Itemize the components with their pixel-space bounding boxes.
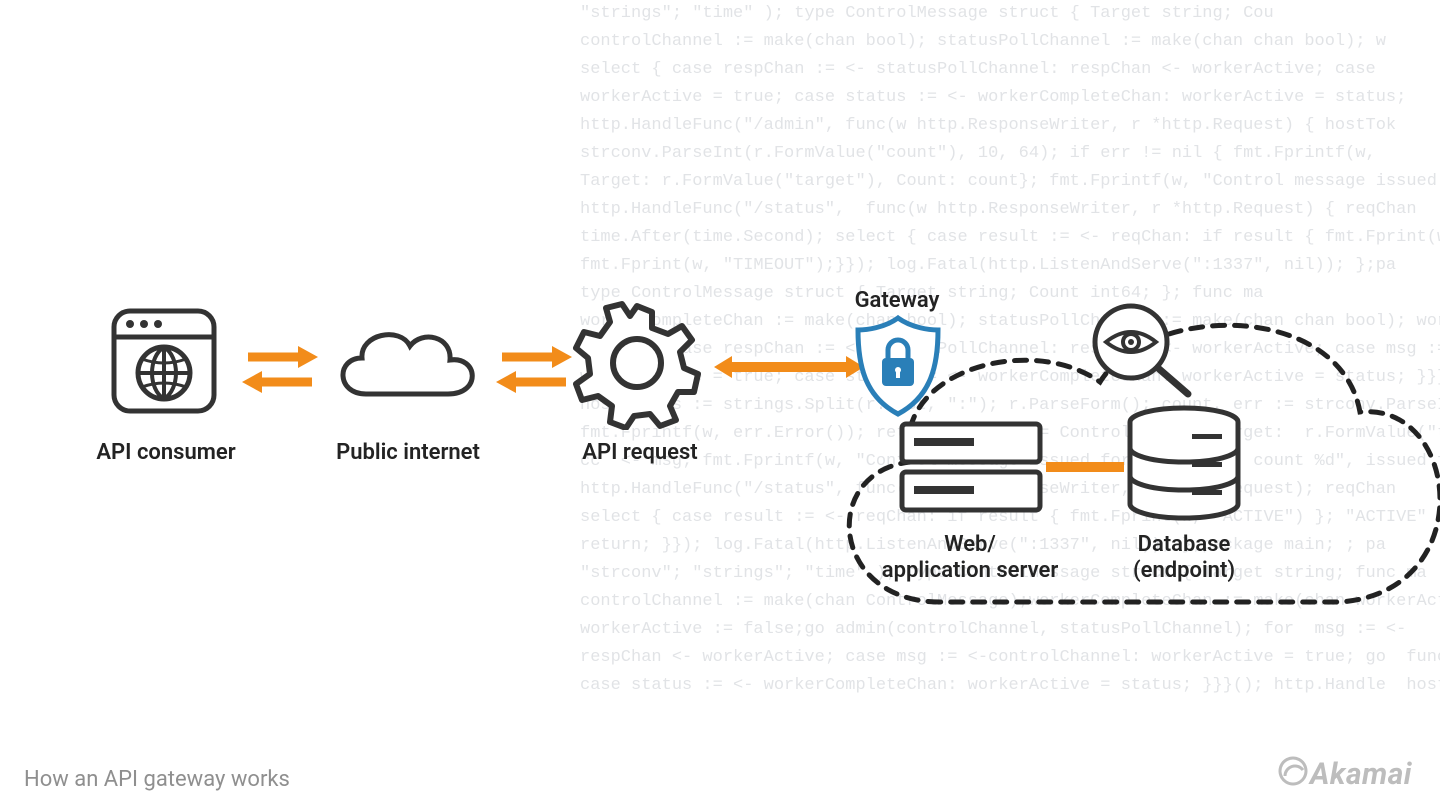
brand-wave-icon — [1278, 756, 1308, 794]
server-icon — [896, 418, 1046, 518]
brand-text: Akamai — [1310, 757, 1412, 792]
browser-icon — [108, 305, 220, 417]
db-label-1: Database — [1104, 532, 1264, 557]
db-label-2: (endpoint) — [1104, 558, 1264, 583]
caption-text: How an API gateway works — [24, 767, 290, 792]
shield-lock-icon — [852, 314, 944, 418]
arrows-internet-request — [494, 342, 574, 398]
cloud-icon — [326, 316, 484, 412]
webapp-label-2: application server — [870, 558, 1070, 583]
consumer-label: API consumer — [78, 440, 254, 465]
magnifier-eye-icon — [1086, 300, 1196, 400]
webapp-label-1: Web/ — [870, 532, 1070, 557]
connector-server-db — [1046, 460, 1124, 474]
request-label: API request — [560, 440, 720, 465]
internet-label: Public internet — [320, 440, 496, 465]
gear-icon — [570, 296, 704, 430]
gateway-label: Gateway — [842, 288, 952, 313]
diagram-stage: "strings"; "time" ); type ControlMessage… — [0, 0, 1440, 810]
arrows-consumer-internet — [240, 342, 320, 398]
database-icon — [1122, 404, 1246, 526]
brand-logo: Akamai — [1278, 754, 1412, 792]
